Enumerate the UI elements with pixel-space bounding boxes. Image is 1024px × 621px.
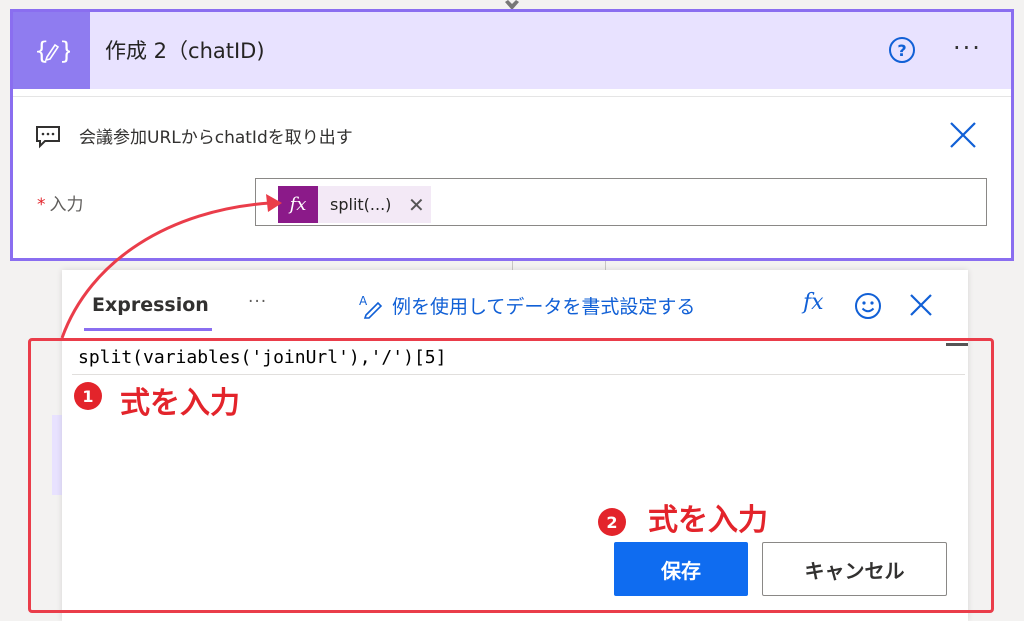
- fx-icon: fx: [278, 186, 318, 223]
- help-icon[interactable]: ?: [889, 37, 915, 63]
- format-data-link[interactable]: A 例を使用してデータを書式設定する: [358, 292, 695, 319]
- card-header[interactable]: { } 作成 2（chatID) ? ···: [13, 12, 1011, 89]
- input-label-text: 入力: [49, 195, 84, 215]
- format-pen-icon: A: [359, 294, 383, 319]
- background-line: [605, 261, 606, 270]
- comment-icon[interactable]: [35, 125, 61, 149]
- function-icon[interactable]: fx: [803, 290, 824, 315]
- svg-text:A: A: [359, 294, 368, 308]
- tab-expression[interactable]: Expression: [92, 294, 209, 316]
- compose-icon: { }: [13, 12, 90, 89]
- remove-token-icon[interactable]: ✕: [401, 186, 431, 223]
- close-panel-icon[interactable]: [908, 292, 934, 318]
- format-link-label: 例を使用してデータを書式設定する: [392, 296, 696, 318]
- required-mark: *: [37, 195, 46, 215]
- expression-token[interactable]: fx split(...) ✕: [278, 186, 432, 223]
- svg-text:}: }: [59, 37, 70, 65]
- feedback-smile-icon[interactable]: [854, 292, 882, 320]
- input-label: * 入力: [37, 190, 84, 215]
- step-badge-2: 2: [598, 508, 626, 536]
- step-badge-1: 1: [74, 382, 102, 410]
- card-title[interactable]: 作成 2（chatID): [105, 35, 265, 65]
- background-line: [512, 261, 513, 270]
- step-text-1: 式を入力: [120, 386, 240, 421]
- svg-text:{: {: [34, 37, 49, 65]
- step-text-2: 式を入力: [648, 503, 768, 538]
- more-options-icon[interactable]: ···: [953, 34, 982, 62]
- compose-action-card: { } 作成 2（chatID) ? ··· 会議参加URLからchatIdを取…: [10, 9, 1014, 261]
- divider: [13, 96, 1011, 97]
- tab-underline: [84, 328, 212, 331]
- comment-text[interactable]: 会議参加URLからchatIdを取り出す: [79, 123, 353, 148]
- token-label: split(...): [330, 195, 392, 214]
- tab-more-icon[interactable]: ···: [248, 292, 267, 312]
- close-comment-icon[interactable]: [948, 120, 978, 150]
